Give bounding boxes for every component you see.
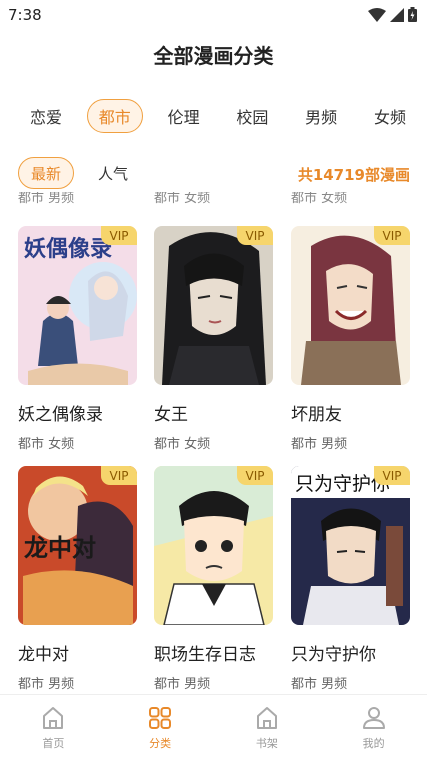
- comic-cover[interactable]: VIP: [154, 226, 273, 385]
- cover-art: [154, 226, 273, 385]
- status-time: 7:38: [8, 6, 42, 24]
- comic-title[interactable]: 龙中对: [18, 640, 137, 665]
- bottom-nav: 首页 分类 书架 我的: [0, 694, 427, 760]
- battery-icon: [408, 7, 417, 22]
- signal-icon: [390, 7, 404, 22]
- page-title: 全部漫画分类: [153, 44, 274, 68]
- nav-home[interactable]: 首页: [0, 695, 107, 760]
- cover-art: 龙中对: [18, 466, 137, 625]
- bookshelf-icon: [256, 706, 277, 729]
- tab-urban[interactable]: 都市: [86, 99, 143, 133]
- home-icon: [43, 706, 64, 729]
- comic-card[interactable]: VIP 坏朋友 都市 男频: [291, 226, 410, 452]
- comic-cover[interactable]: VIP: [154, 466, 273, 625]
- nav-label: 首页: [42, 736, 65, 750]
- cover-art: 只为守护你: [291, 466, 410, 625]
- tab-campus[interactable]: 校园: [224, 99, 280, 133]
- vip-badge: VIP: [374, 226, 410, 245]
- comic-tags: 都市 女频: [154, 437, 211, 452]
- category-tabs: 恋爱 都市 伦理 校园 男频 女频: [18, 98, 418, 134]
- comic-tags: 都市 男频: [154, 677, 211, 692]
- comic-tags: 都市 女频: [18, 437, 75, 452]
- peek-tags: 都市 女频: [154, 192, 211, 206]
- comic-tags: 都市 男频: [291, 677, 348, 692]
- comic-title[interactable]: 坏朋友: [291, 400, 410, 425]
- vip-badge: VIP: [237, 466, 273, 485]
- comic-count: 共14719部漫画: [297, 166, 410, 184]
- status-bar: 7:38: [0, 0, 427, 30]
- category-grid-icon: [149, 706, 172, 729]
- sort-row: 最新 人气 共14719部漫画: [18, 157, 410, 191]
- vip-badge: VIP: [101, 466, 137, 485]
- comic-cover[interactable]: VIP: [291, 226, 410, 385]
- comic-card[interactable]: 龙中对 VIP 龙中对 都市 男频: [18, 466, 137, 692]
- user-icon: [362, 706, 385, 729]
- vip-badge: VIP: [101, 226, 137, 245]
- comic-title[interactable]: 只为守护你: [291, 640, 410, 665]
- nav-label: 分类: [149, 736, 172, 750]
- peek-tags: 都市 男频: [18, 192, 75, 206]
- sort-newest-button[interactable]: 最新: [18, 157, 74, 189]
- comic-title[interactable]: 妖之偶像录: [18, 400, 137, 425]
- cover-art: [154, 466, 273, 625]
- comic-card[interactable]: VIP 女王 都市 女频: [154, 226, 273, 452]
- tab-male[interactable]: 男频: [293, 99, 349, 133]
- status-icons: [368, 7, 417, 22]
- nav-mine[interactable]: 我的: [320, 695, 427, 760]
- comic-title[interactable]: 女王: [154, 400, 273, 425]
- vip-badge: VIP: [237, 226, 273, 245]
- comic-cover[interactable]: 只为守护你 VIP: [291, 466, 410, 625]
- comic-tags: 都市 男频: [291, 437, 348, 452]
- comic-tags: 都市 男频: [18, 677, 75, 692]
- cover-art: 妖偶像录: [18, 226, 137, 385]
- comic-cover[interactable]: 龙中对 VIP: [18, 466, 137, 625]
- tab-female[interactable]: 女频: [362, 99, 418, 133]
- cover-title-text: 妖偶像录: [24, 236, 112, 262]
- nav-label: 书架: [255, 736, 278, 750]
- peek-tags: 都市 女频: [291, 192, 348, 206]
- comic-card[interactable]: VIP 职场生存日志 都市 男频: [154, 466, 273, 692]
- wifi-icon: [368, 7, 386, 22]
- cover-art: [291, 226, 410, 385]
- nav-bookshelf[interactable]: 书架: [214, 695, 321, 760]
- tab-ethics[interactable]: 伦理: [156, 99, 212, 133]
- sort-popular-button[interactable]: 人气: [88, 157, 138, 189]
- comic-title[interactable]: 职场生存日志: [154, 640, 273, 665]
- previous-row-peek: 都市 男频 都市 女频 都市 女频: [0, 192, 427, 206]
- comic-card[interactable]: 只为守护你 VIP 只为守护你 都市 男频: [291, 466, 410, 692]
- tab-romance[interactable]: 恋爱: [18, 99, 74, 133]
- nav-category[interactable]: 分类: [107, 695, 214, 760]
- nav-label: 我的: [362, 736, 385, 750]
- comic-card[interactable]: 妖偶像录 VIP 妖之偶像录 都市 女频: [18, 226, 137, 452]
- cover-title-text: 龙中对: [24, 534, 96, 562]
- vip-badge: VIP: [374, 466, 410, 485]
- comic-cover[interactable]: 妖偶像录 VIP: [18, 226, 137, 385]
